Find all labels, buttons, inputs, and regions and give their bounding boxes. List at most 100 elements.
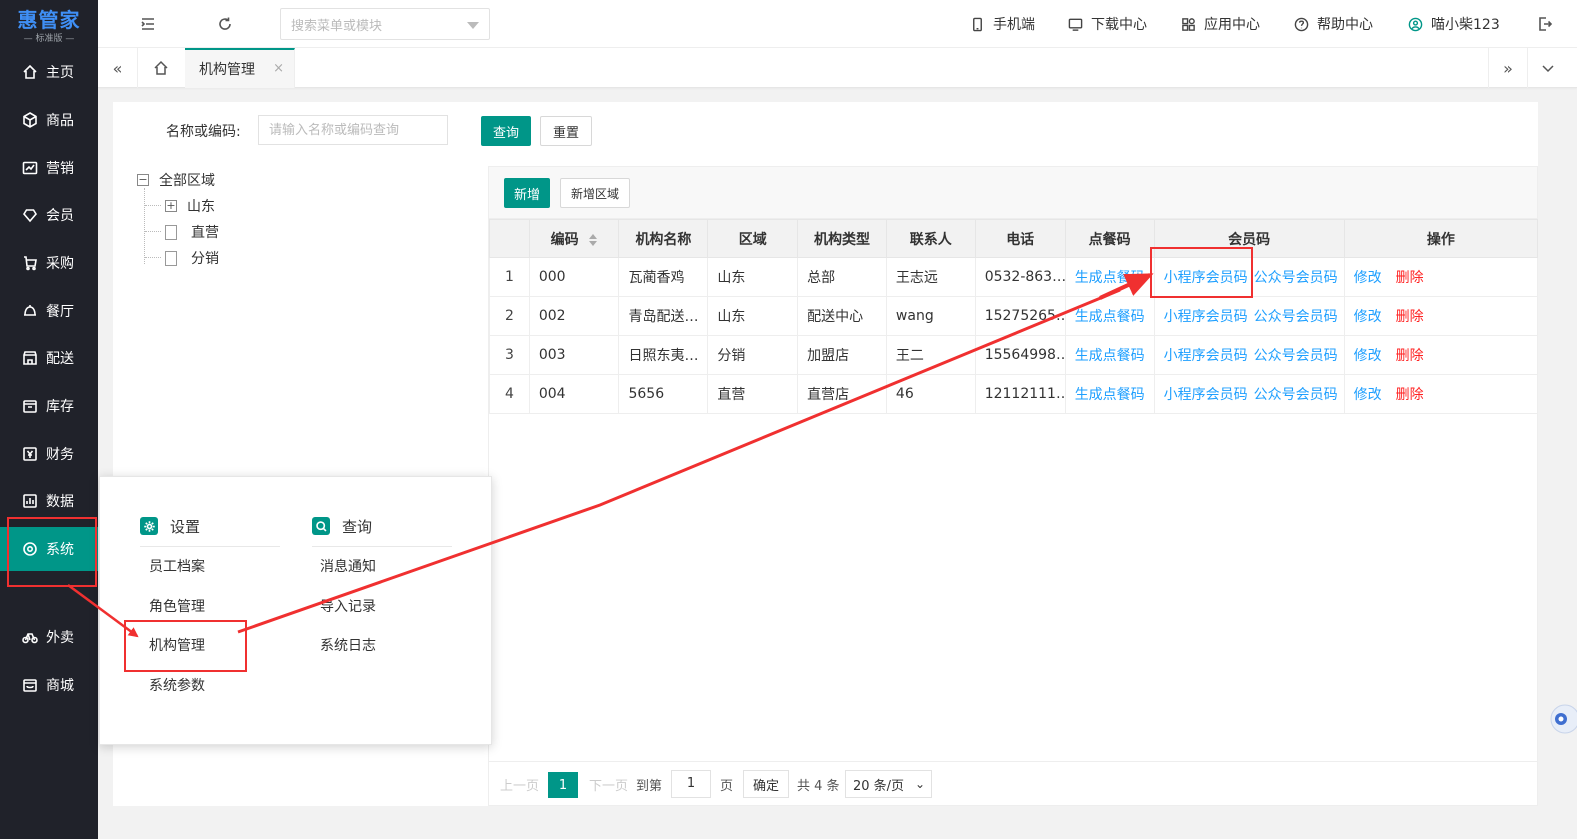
menu-item-org-management[interactable]: 机构管理 — [149, 636, 205, 656]
chevron-down-icon — [467, 22, 479, 29]
table-row: 2 002 青岛配送… 山东 配送中心 wang 15275265… 生成点餐码… — [489, 296, 1539, 336]
app-center-label: 应用中心 — [1204, 17, 1260, 33]
goto-confirm-button[interactable]: 确定 — [743, 770, 789, 798]
total-count: 共 4 条 — [797, 779, 840, 794]
page-size-select[interactable]: 20 条/页 ⌄ — [845, 770, 932, 798]
floating-assistant-icon[interactable] — [1547, 694, 1577, 744]
section-label: 查询 — [342, 517, 373, 536]
collapse-icon[interactable]: − — [137, 174, 149, 186]
edit-link[interactable]: 修改 — [1354, 270, 1382, 286]
menu-toggle-icon[interactable] — [138, 14, 158, 34]
delete-link[interactable]: 删除 — [1396, 270, 1424, 286]
mini-program-member-code-link[interactable]: 小程序会员码 — [1164, 387, 1248, 403]
query-button[interactable]: 查询 — [481, 116, 532, 146]
search-icon — [312, 517, 330, 535]
chevron-down-icon: ⌄ — [914, 777, 925, 791]
menu-item-system-log[interactable]: 系统日志 — [320, 636, 376, 656]
expand-icon[interactable]: + — [165, 200, 177, 212]
cell-name: 5656 — [618, 374, 709, 414]
app-center-link[interactable]: 应用中心 — [1181, 14, 1260, 34]
tree-guide-line — [144, 188, 145, 264]
menu-item-notifications[interactable]: 消息通知 — [320, 557, 376, 577]
tabs-scroll-left-icon[interactable]: « — [98, 48, 138, 88]
user-menu[interactable]: 喵小柴123 — [1408, 14, 1500, 34]
sidebar-item-goods[interactable]: 商品 — [0, 98, 98, 142]
official-account-member-code-link[interactable]: 公众号会员码 — [1254, 348, 1338, 364]
sidebar-item-marketing[interactable]: 营销 — [0, 146, 98, 190]
app-logo[interactable]: 惠管家 — 标准版 — — [0, 0, 98, 48]
cell-contact: 王二 — [885, 335, 976, 375]
next-page-button[interactable]: 下一页 — [589, 775, 628, 794]
tree-node-root[interactable]: − 全部区域 — [137, 170, 215, 190]
bar-chart-icon — [22, 493, 38, 509]
generate-order-code-link[interactable]: 生成点餐码 — [1075, 387, 1145, 403]
tabs-scroll-right-icon[interactable]: » — [1488, 48, 1528, 88]
sidebar-item-member[interactable]: 会员 — [0, 193, 98, 237]
official-account-member-code-link[interactable]: 公众号会员码 — [1254, 309, 1338, 325]
logout-icon[interactable] — [1535, 14, 1555, 34]
menu-item-system-params[interactable]: 系统参数 — [149, 676, 205, 696]
cell-actions: 修改 删除 — [1343, 374, 1539, 414]
col-header-code[interactable]: 编码 — [528, 219, 620, 258]
home-tab-icon[interactable] — [141, 48, 181, 88]
sidebar-item-finance[interactable]: 财务 — [0, 432, 98, 476]
sidebar-item-mall[interactable]: 商城 — [0, 663, 98, 707]
refresh-icon[interactable] — [215, 14, 235, 34]
tree-node-direct[interactable]: 直营 — [165, 222, 219, 242]
mini-program-member-code-link[interactable]: 小程序会员码 — [1164, 270, 1248, 286]
mini-program-member-code-link[interactable]: 小程序会员码 — [1164, 348, 1248, 364]
delete-link[interactable]: 删除 — [1396, 348, 1424, 364]
mini-program-member-code-link[interactable]: 小程序会员码 — [1164, 309, 1248, 325]
sidebar-item-home[interactable]: 主页 — [0, 50, 98, 94]
sidebar-item-takeout[interactable]: 外卖 — [0, 615, 98, 659]
generate-order-code-link[interactable]: 生成点餐码 — [1075, 270, 1145, 286]
name-code-search-input[interactable] — [258, 115, 448, 145]
cell-member-code: 小程序会员码 公众号会员码 — [1153, 335, 1345, 375]
delete-link[interactable]: 删除 — [1396, 387, 1424, 403]
cell-phone: 0532-863… — [974, 257, 1066, 297]
add-button[interactable]: 新增 — [504, 178, 551, 208]
tree-node-distribution[interactable]: 分销 — [165, 248, 219, 268]
generate-order-code-link[interactable]: 生成点餐码 — [1075, 348, 1145, 364]
sidebar-item-purchase[interactable]: 采购 — [0, 241, 98, 285]
sidebar-item-system[interactable]: 系统 — [0, 527, 98, 571]
help-center-link[interactable]: 帮助中心 — [1294, 14, 1373, 34]
brand-edition: — 标准版 — — [23, 34, 75, 44]
edit-link[interactable]: 修改 — [1354, 387, 1382, 403]
menu-item-role-management[interactable]: 角色管理 — [149, 597, 205, 617]
current-page-button[interactable]: 1 — [548, 772, 578, 798]
shop-icon — [22, 677, 38, 693]
cell-actions: 修改 删除 — [1343, 257, 1539, 297]
menu-item-import-records[interactable]: 导入记录 — [320, 597, 376, 617]
reset-button[interactable]: 重置 — [540, 116, 593, 146]
tab-org-management[interactable]: 机构管理 × — [185, 48, 295, 88]
menu-search-placeholder: 搜索菜单或模块 — [291, 18, 383, 34]
official-account-member-code-link[interactable]: 公众号会员码 — [1254, 270, 1338, 286]
tree-node-shandong[interactable]: + 山东 — [165, 196, 215, 216]
bell-icon — [22, 303, 38, 319]
sidebar: 惠管家 — 标准版 — 主页 商品 营销 会员 采购 餐厅 配送 库存 财务 数… — [0, 0, 98, 839]
sidebar-item-inventory[interactable]: 库存 — [0, 384, 98, 428]
menu-item-employee-records[interactable]: 员工档案 — [149, 557, 205, 577]
edit-link[interactable]: 修改 — [1354, 348, 1382, 364]
sidebar-item-delivery[interactable]: 配送 — [0, 336, 98, 380]
download-center-link[interactable]: 下载中心 — [1068, 14, 1147, 34]
row-index: 2 — [489, 296, 530, 336]
prev-page-button[interactable]: 上一页 — [500, 775, 539, 794]
goto-page-input[interactable]: 1 — [671, 770, 711, 798]
divider — [140, 546, 280, 547]
delete-link[interactable]: 删除 — [1396, 309, 1424, 325]
cell-type: 直营店 — [797, 374, 887, 414]
add-region-button[interactable]: 新增区域 — [560, 178, 631, 208]
menu-search-select[interactable]: 搜索菜单或模块 — [280, 8, 490, 40]
mobile-link[interactable]: 手机端 — [970, 14, 1035, 34]
sidebar-item-data[interactable]: 数据 — [0, 479, 98, 523]
tabs-menu-chevron-down-icon[interactable] — [1528, 48, 1568, 88]
tab-close-icon[interactable]: × — [273, 61, 284, 76]
edit-link[interactable]: 修改 — [1354, 309, 1382, 325]
col-header-type: 机构类型 — [797, 219, 887, 258]
official-account-member-code-link[interactable]: 公众号会员码 — [1254, 387, 1338, 403]
sidebar-item-restaurant[interactable]: 餐厅 — [0, 289, 98, 333]
generate-order-code-link[interactable]: 生成点餐码 — [1075, 309, 1145, 325]
sort-icon[interactable] — [588, 233, 598, 246]
